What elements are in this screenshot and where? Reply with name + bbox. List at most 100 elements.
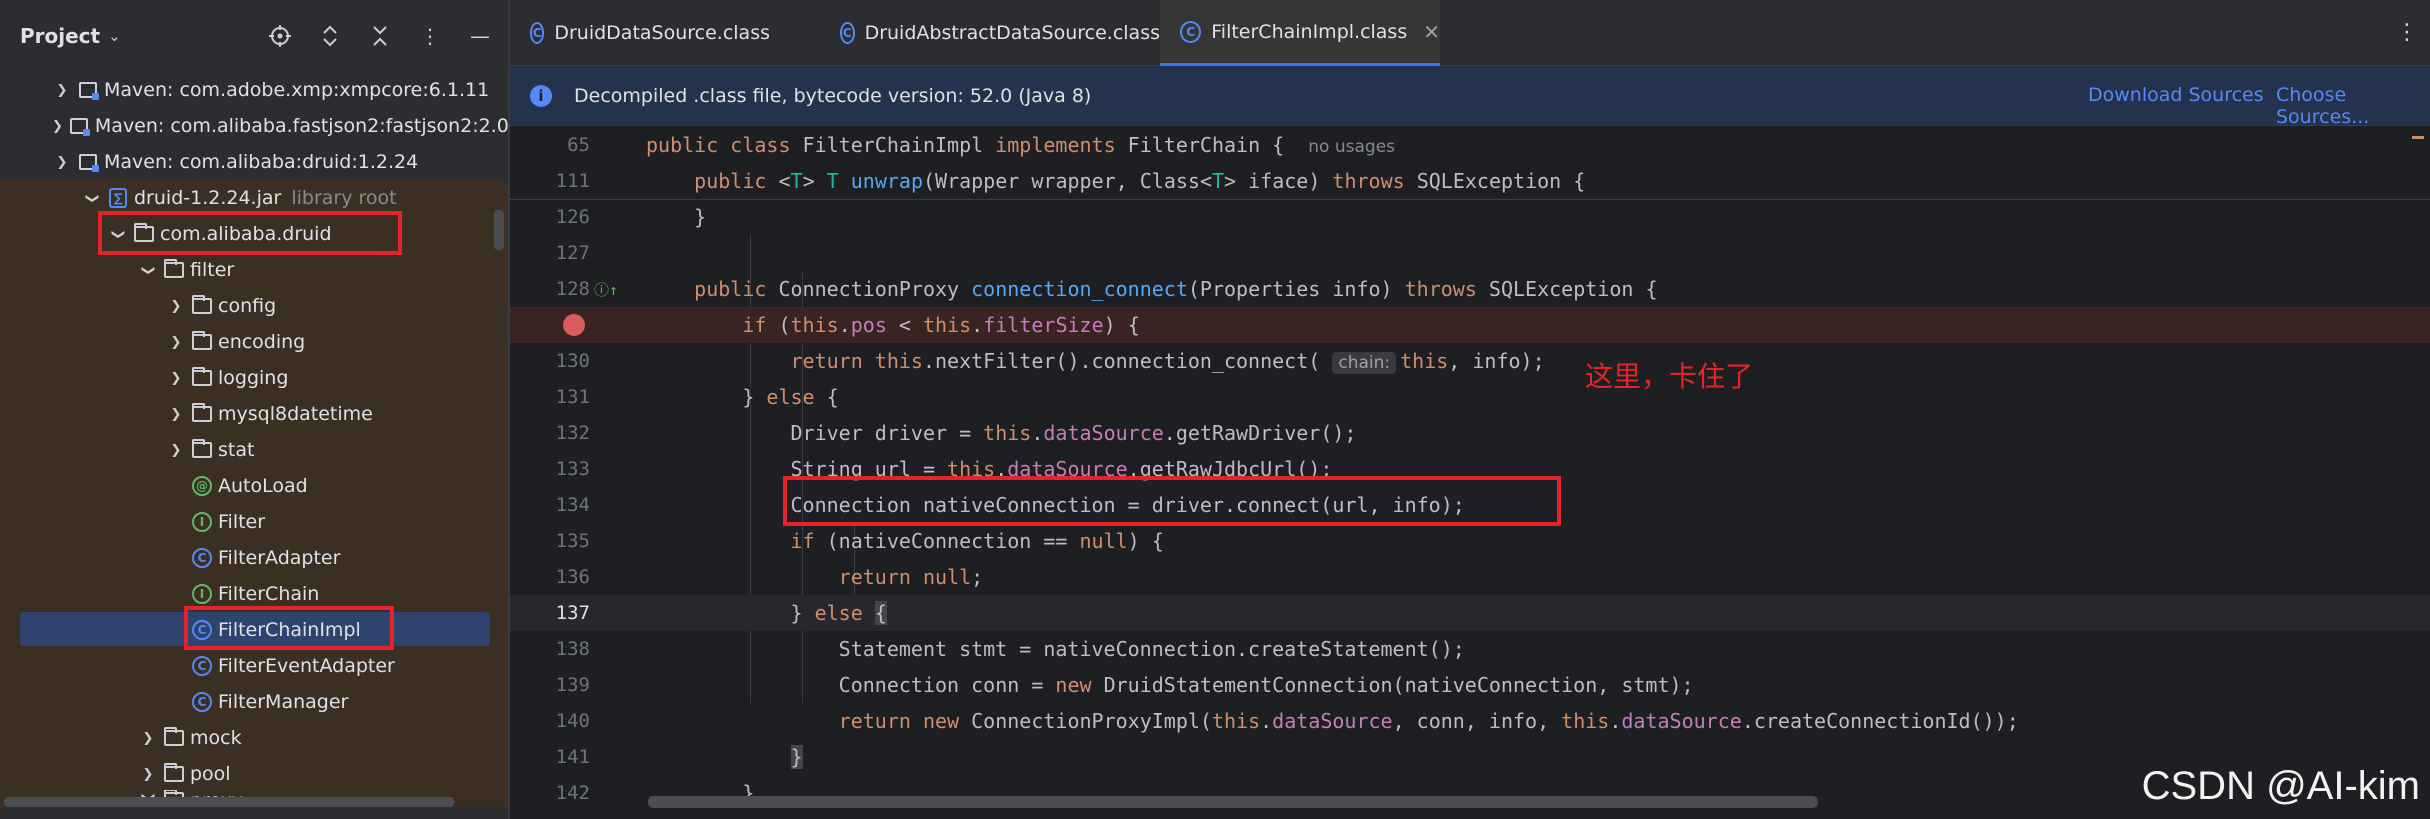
tree-item-encoding[interactable]: ❯ encoding [0,324,508,360]
code-line: 138 Statement stmt = nativeConnection.cr… [510,631,2430,667]
chevron-right-icon[interactable]: ❯ [52,83,72,98]
chevron-down-icon[interactable]: ❯ [52,155,72,170]
editor-horizontal-scrollbar[interactable] [648,796,1818,808]
project-title[interactable]: Project [20,24,100,48]
tree-item-autoload[interactable]: @ AutoLoad [0,468,508,504]
tree-item-maven-fastjson2[interactable]: ❯ Maven: com.alibaba.fastjson2:fastjson2… [0,108,539,144]
line-number: 128 [555,278,590,300]
line-number: 127 [555,242,590,264]
tree-item-maven-druid[interactable]: ❯ Maven: com.alibaba:druid:1.2.24 [0,144,508,180]
breakpoint-icon[interactable] [563,314,585,336]
annotation-box-connect-line [783,476,1561,526]
project-panel: Project ⌄ ⋮ — ❯ Maven: com.adobe.xmp:xmp… [0,0,539,819]
code-area[interactable]: 65 public class FilterChainImpl implemen… [510,127,2430,819]
line-number: 133 [555,458,590,480]
code-line: 131 } else { [510,379,2430,415]
tree-item-filteradapter[interactable]: C FilterAdapter [0,540,508,576]
tree-item-filter-interface[interactable]: I Filter [0,504,508,540]
folder-icon [164,763,184,782]
info-icon: i [530,84,552,107]
tree-item-mock[interactable]: ❯ mock [0,720,508,756]
tree-item-label: Maven: com.alibaba.fastjson2:fastjson2:2… [94,115,540,137]
code-line: 136 return null; [510,559,2430,595]
tree-item-label: FilterChain [218,583,320,605]
tree-item-logging[interactable]: ❯ logging [0,360,508,396]
folder-icon [192,295,212,314]
code-line: 126 } [510,199,2430,235]
code-line: 137 } else { [510,595,2430,631]
tree-item-filtermanager[interactable]: C FilterManager [0,684,508,720]
download-sources-link[interactable]: Download Sources [2088,84,2264,106]
chevron-down-icon[interactable]: ❯ [85,188,100,208]
chevron-right-icon[interactable]: ❯ [166,299,186,314]
code-text: public ConnectionProxy connection_connec… [694,277,1658,301]
choose-sources-link[interactable]: Choose Sources... [2276,84,2430,128]
chevron-down-icon[interactable]: ⌄ [108,27,121,45]
chevron-down-icon[interactable]: ❯ [141,260,156,280]
tree-item-stat[interactable]: ❯ stat [0,432,508,468]
tree-item-label: FilterManager [218,691,349,713]
tree-item-label: config [218,295,277,317]
hide-panel-icon[interactable]: — [466,22,494,50]
chevron-right-icon[interactable]: ❯ [166,443,186,458]
watermark: CSDN @AI-kim [2141,764,2420,808]
jar-icon: ∑ [109,188,127,208]
tab-label: DruidDataSource.class [554,22,770,44]
chevron-right-icon[interactable]: ❯ [138,731,158,746]
more-options-icon[interactable]: ⋮ [416,22,444,50]
class-icon: C [530,22,545,44]
chevron-right-icon[interactable]: ❯ [52,119,63,134]
implements-icon[interactable]: ⓘ↑ [594,279,618,300]
code-line: 135 if (nativeConnection == null) { [510,523,2430,559]
project-tree: ❯ Maven: com.adobe.xmp:xmpcore:6.1.11 ❯ … [0,72,539,807]
tree-item-filter[interactable]: ❯ filter [0,252,508,288]
chevron-right-icon[interactable]: ❯ [166,335,186,350]
code-line: 128 ⓘ↑ public ConnectionProxy connection… [510,271,2430,307]
code-text: Connection conn = new DruidStatementConn… [646,673,1694,697]
collapse-all-icon[interactable] [366,22,394,50]
line-number: 139 [555,674,590,696]
tree-horizontal-scrollbar[interactable] [4,797,454,807]
project-header: Project ⌄ ⋮ — [0,0,508,72]
tree-item-label: Maven: com.alibaba:druid:1.2.24 [104,151,419,173]
line-number: 131 [555,386,590,408]
annotation-icon: @ [192,476,212,496]
tree-item-label: Filter [218,511,266,533]
class-icon: C [1180,20,1202,43]
tab-druiddatasource[interactable]: C DruidDataSource.class [510,0,770,66]
interface-icon: I [192,584,212,604]
annotation-box-class [184,606,394,650]
tree-item-label: FilterAdapter [218,547,341,569]
line-number: 111 [555,170,590,192]
tree-item-filtereventadapter[interactable]: C FilterEventAdapter [0,648,508,684]
more-tabs-icon[interactable]: ⋮ [2396,20,2418,45]
banner-text: Decompiled .class file, bytecode version… [574,84,1092,107]
tree-item-config[interactable]: ❯ config [0,288,508,324]
line-number: 141 [555,746,590,768]
line-number: 142 [555,782,590,804]
tree-item-pool[interactable]: ❯ pool [0,756,508,792]
tab-druidabstractdatasource[interactable]: C DruidAbstractDataSource.class [820,0,1160,66]
tab-label: DruidAbstractDataSource.class [864,22,1160,44]
interface-icon: I [192,512,212,532]
tab-filterchainimpl[interactable]: C FilterChainImpl.class ✕ [1160,0,1440,66]
folder-icon [164,727,184,746]
code-text: return new ConnectionProxyImpl(this.data… [838,709,2019,733]
code-text: } [646,205,707,229]
tree-item-maven-xmpcore[interactable]: ❯ Maven: com.adobe.xmp:xmpcore:6.1.11 [0,72,508,108]
annotation-box-package [98,211,402,255]
locate-icon[interactable] [266,22,294,50]
tree-item-label: logging [218,367,289,389]
code-text: Statement stmt = nativeConnection.create… [646,637,1465,661]
close-icon[interactable]: ✕ [1423,20,1440,44]
tree-vertical-scrollbar[interactable] [494,210,504,250]
folder-icon [192,403,212,422]
tree-item-mysql8datetime[interactable]: ❯ mysql8datetime [0,396,508,432]
line-number: 130 [555,350,590,372]
class-icon: C [192,548,212,568]
chevron-right-icon[interactable]: ❯ [166,407,186,422]
chevron-right-icon[interactable]: ❯ [166,371,186,386]
folder-icon [192,331,212,350]
chevron-right-icon[interactable]: ❯ [138,767,158,782]
expand-all-icon[interactable] [316,22,344,50]
